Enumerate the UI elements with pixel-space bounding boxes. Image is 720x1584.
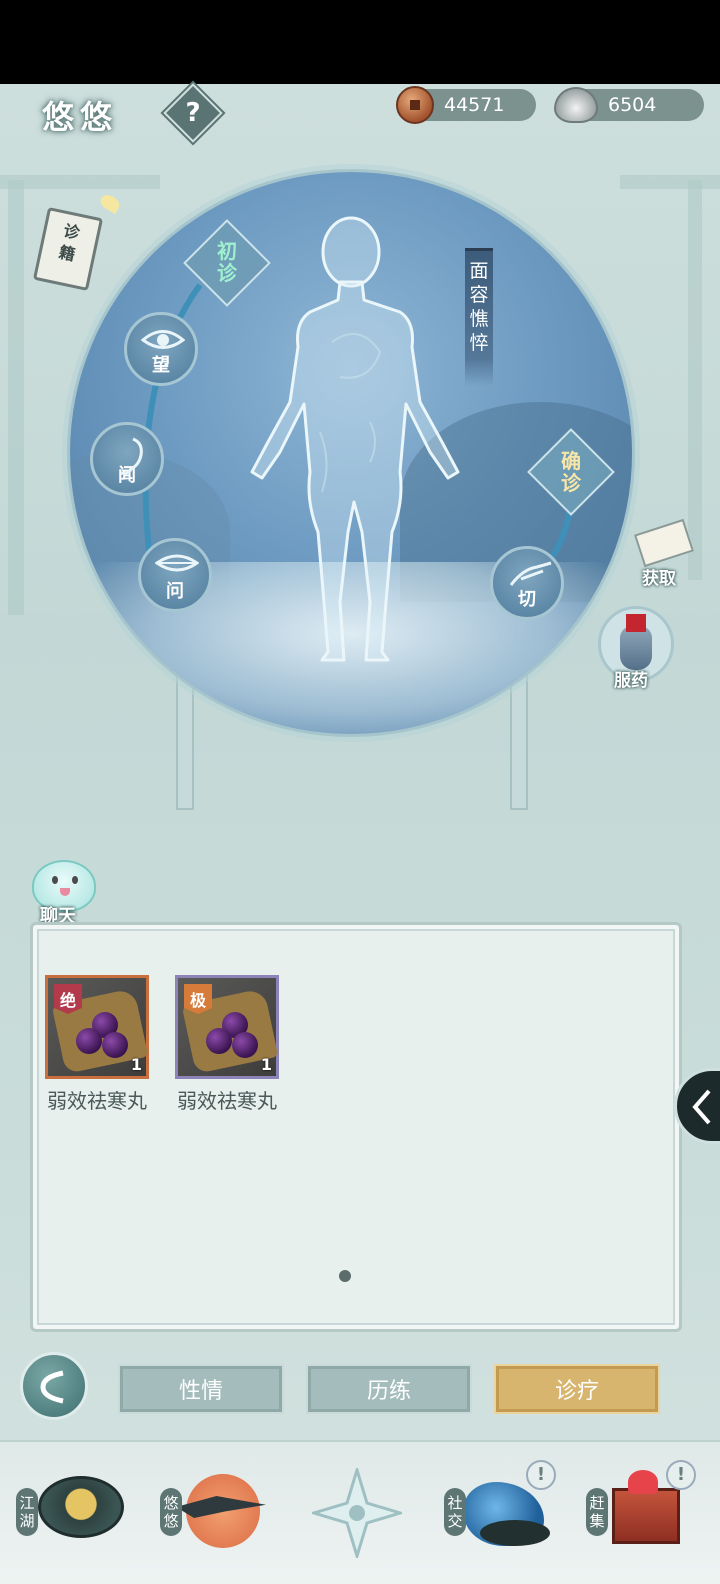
nav-jianghu-label: 江湖: [16, 1488, 38, 1536]
nav-market-label: 赶集: [586, 1488, 608, 1536]
four-point-star-icon: [312, 1468, 402, 1558]
medicine-bottle-icon: [620, 626, 652, 670]
item-quantity: 1: [260, 1055, 272, 1074]
lips-icon: [155, 554, 199, 572]
pulse-method-button[interactable]: 切: [490, 546, 564, 620]
pill-icon: [102, 1032, 128, 1058]
chevron-left-icon: [692, 1089, 711, 1125]
item-name: 弱效祛寒丸: [47, 1089, 147, 1113]
eye-icon: [141, 330, 185, 349]
nav-social[interactable]: 社交 !: [440, 1460, 570, 1570]
symptom-banner: 面容憔悴: [465, 248, 493, 386]
shell-icon: [480, 1520, 550, 1546]
item-card: 极 1: [175, 975, 279, 1079]
item-name: 弱效祛寒丸: [177, 1089, 277, 1113]
chat-mouth-icon: [60, 888, 70, 896]
nav-social-label: 社交: [444, 1488, 466, 1536]
look-method-button[interactable]: 望: [124, 312, 198, 386]
ask-method-label: 问: [166, 581, 184, 602]
item-quantity: 1: [130, 1055, 142, 1074]
hand-icon: [509, 561, 552, 586]
hat-icon: [38, 1476, 124, 1538]
nav-jianghu[interactable]: 江湖: [12, 1460, 142, 1570]
back-arrow-icon: [40, 1370, 64, 1404]
nav-youyou[interactable]: 悠悠: [156, 1460, 286, 1570]
page-indicator-dot[interactable]: [339, 1270, 351, 1282]
back-button[interactable]: [20, 1352, 88, 1420]
item-tier-badge: 绝: [54, 984, 82, 1014]
medicine-ribbon-icon: [626, 614, 646, 632]
initial-diagnosis-label: 初诊: [217, 239, 237, 285]
pill-icon: [232, 1032, 258, 1058]
nav-market[interactable]: 赶集 !: [584, 1460, 710, 1570]
inventory-item[interactable]: 绝 1 弱效祛寒丸: [42, 975, 152, 1114]
market-flame-icon: [628, 1470, 658, 1494]
ask-method-button[interactable]: 问: [138, 538, 212, 612]
obtain-button[interactable]: 获取: [632, 518, 698, 589]
nav-home[interactable]: [312, 1460, 402, 1570]
pill-icon: [76, 1028, 102, 1054]
inventory-item[interactable]: 极 1 弱效祛寒丸: [172, 975, 282, 1114]
chat-face-icon: [52, 876, 58, 884]
take-medicine-label: 服药: [614, 671, 648, 691]
ear-icon: [120, 437, 143, 475]
obtain-label: 获取: [642, 569, 676, 589]
listen-method-button[interactable]: 闻: [90, 422, 164, 496]
confirm-diagnosis-label: 确诊: [561, 449, 581, 495]
market-alert-icon: !: [666, 1460, 696, 1490]
tab-treatment[interactable]: 诊疗: [494, 1364, 660, 1414]
tab-experience[interactable]: 历练: [306, 1364, 472, 1414]
social-alert-icon: !: [526, 1460, 556, 1490]
pill-icon: [206, 1028, 232, 1054]
take-medicine-button[interactable]: 服药: [598, 606, 674, 691]
market-stall-icon: [612, 1488, 680, 1544]
tab-temperament[interactable]: 性情: [118, 1364, 284, 1414]
nav-youyou-label: 悠悠: [160, 1488, 182, 1536]
scroll-icon: [634, 518, 694, 568]
item-card: 绝 1: [45, 975, 149, 1079]
item-tier-badge: 极: [184, 984, 212, 1014]
